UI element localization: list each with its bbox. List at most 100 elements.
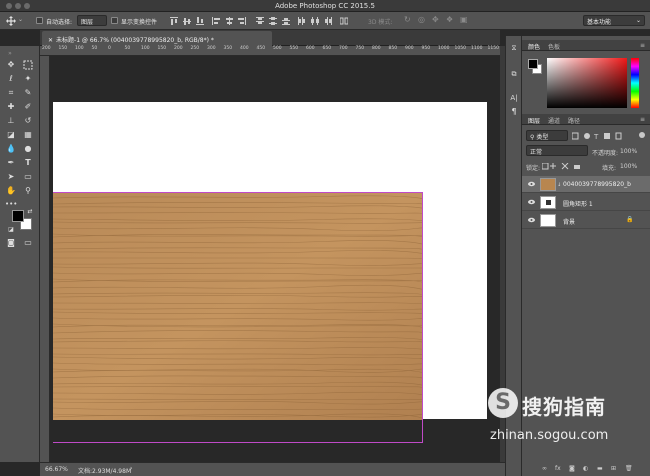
swap-colors-icon[interactable]: ⇄ [24, 206, 36, 218]
layer-name[interactable]: 0040039778995820_b [563, 181, 631, 188]
filter-toggle-icon[interactable] [639, 132, 645, 138]
quick-mask-icon[interactable]: ◙ [5, 237, 17, 249]
folder-icon[interactable]: ▬ [597, 465, 603, 472]
tab-layers[interactable]: 图层 [528, 116, 540, 125]
zoom-tool-icon[interactable]: ⚲ [22, 185, 34, 197]
hand-tool-icon[interactable]: ✋ [5, 185, 17, 197]
fill-value[interactable]: 100% [620, 163, 637, 170]
color-foreground-swatch[interactable] [528, 59, 538, 69]
align-horizontal-center-icon[interactable] [225, 17, 233, 25]
history-panel-icon[interactable]: ⧖ [508, 42, 520, 54]
blur-tool-icon[interactable]: 💧 [5, 143, 17, 155]
hue-slider[interactable] [631, 58, 639, 108]
align-right-icon[interactable] [238, 17, 246, 25]
lock-icons[interactable] [542, 163, 588, 170]
3d-slide-icon[interactable]: ❖ [446, 15, 453, 24]
trash-icon[interactable]: 🗑 [625, 465, 633, 472]
layer-filter-dropdown[interactable]: ⚲ 类型 [526, 130, 568, 141]
auto-select-checkbox[interactable] [36, 17, 43, 24]
document-size[interactable]: 文档:2.93M/4.98M [78, 466, 131, 475]
link-icon[interactable]: ∞ [542, 465, 548, 472]
tab-swatches[interactable]: 色板 [548, 42, 560, 51]
layer-filter-icons[interactable]: T [572, 132, 632, 140]
distribute-horizontal-center-icon[interactable] [311, 17, 319, 25]
layer-name[interactable]: 圆角矩形 1 [563, 199, 593, 208]
adjustment-icon[interactable]: ◐ [583, 465, 589, 472]
3d-roll-icon[interactable]: ◎ [418, 15, 425, 24]
layer-row[interactable]: ↓ 0040039778995820_b [522, 176, 650, 193]
properties-panel-icon[interactable]: ⧉ [508, 68, 520, 80]
shape-tool-icon[interactable]: ▭ [22, 171, 34, 183]
mask-icon[interactable]: ◙ [569, 465, 575, 472]
default-colors-icon[interactable]: ◪ [5, 224, 17, 236]
clone-stamp-tool-icon[interactable]: ⊥ [5, 115, 17, 127]
wood-texture-layer-image[interactable] [53, 192, 423, 420]
align-left-icon[interactable] [212, 17, 220, 25]
brush-tool-icon[interactable]: ✐ [22, 101, 34, 113]
pen-tool-icon[interactable]: ✒ [5, 157, 17, 169]
gradient-tool-icon[interactable]: ▦ [22, 129, 34, 141]
show-transform-checkbox[interactable] [111, 17, 118, 24]
document-tab[interactable]: ✕ 未标题-1 @ 66.7% (0040039778995820_b, RGB/… [42, 31, 272, 46]
eraser-tool-icon[interactable]: ◪ [5, 129, 17, 141]
move-tool-icon[interactable] [6, 16, 16, 26]
character-panel-icon[interactable]: A| [508, 92, 520, 104]
marquee-tool-icon[interactable] [22, 59, 34, 71]
fx-icon[interactable]: fx [555, 465, 561, 472]
zoom-level[interactable]: 66.67% [45, 466, 68, 473]
auto-select-dropdown[interactable]: 图层 [77, 15, 107, 26]
auto-align-icon[interactable] [340, 17, 348, 25]
path-selection-tool-icon[interactable]: ➤ [5, 171, 17, 183]
visibility-eye-icon[interactable] [528, 181, 535, 187]
new-layer-icon[interactable]: ⊞ [611, 465, 617, 472]
blend-mode-dropdown[interactable]: 正常 [526, 145, 588, 156]
lasso-tool-icon[interactable]: ℓ [5, 73, 17, 85]
color-picker-field[interactable] [547, 58, 627, 108]
close-tab-icon[interactable]: ✕ [48, 37, 53, 44]
align-bottom-icon[interactable] [196, 17, 204, 25]
panel-menu-icon[interactable]: ≡ [640, 116, 645, 123]
tab-paths[interactable]: 路径 [568, 116, 580, 125]
distribute-bottom-icon[interactable] [282, 17, 290, 25]
tab-channels[interactable]: 通道 [548, 116, 560, 125]
tab-color[interactable]: 颜色 [528, 42, 540, 51]
distribute-left-icon[interactable] [298, 17, 306, 25]
magic-wand-tool-icon[interactable]: ✦ [22, 73, 34, 85]
workspace-dropdown[interactable]: 基本功能 ⌄ [583, 15, 645, 26]
more-tools-icon[interactable]: ••• [5, 198, 17, 210]
3d-scale-icon[interactable]: ▣ [460, 15, 468, 24]
maximize-window-button[interactable] [24, 3, 30, 9]
distribute-top-icon[interactable] [256, 17, 264, 25]
horizontal-ruler[interactable]: 200 150 100 50 0 50 100 150 200 250 300 350 400 450 50… [40, 46, 500, 56]
distribute-vertical-center-icon[interactable] [269, 17, 277, 25]
opacity-value[interactable]: 100% [620, 148, 637, 155]
layer-row[interactable]: 圆角矩形 1 [522, 194, 650, 211]
visibility-eye-icon[interactable] [528, 217, 535, 223]
foreground-color-swatch[interactable] [12, 210, 24, 222]
align-top-icon[interactable] [170, 17, 178, 25]
3d-rotate-icon[interactable]: ↻ [404, 15, 411, 24]
type-tool-icon[interactable]: T [22, 157, 34, 169]
screen-mode-icon[interactable]: ▭ [22, 237, 34, 249]
crop-tool-icon[interactable]: ⌗ [5, 87, 17, 99]
3d-pan-icon[interactable]: ✥ [432, 15, 439, 24]
eyedropper-tool-icon[interactable]: ✎ [22, 87, 34, 99]
distribute-right-icon[interactable] [324, 17, 332, 25]
tool-preset-dropdown-arrow[interactable]: ⌄ [18, 16, 23, 23]
ruler-tick-label: 800 [372, 46, 381, 51]
healing-brush-tool-icon[interactable]: ✚ [5, 101, 17, 113]
vertical-ruler[interactable] [40, 56, 50, 462]
panel-menu-icon[interactable]: ≡ [640, 42, 645, 49]
align-vertical-center-icon[interactable] [183, 17, 191, 25]
close-window-button[interactable] [6, 3, 12, 9]
layer-row[interactable]: 背景 🔒 [522, 212, 650, 229]
history-brush-tool-icon[interactable]: ↺ [22, 115, 34, 127]
move-tool-icon[interactable]: ✥ [5, 59, 17, 71]
layer-name[interactable]: 背景 [563, 217, 575, 226]
canvas-area[interactable] [50, 56, 500, 462]
dodge-tool-icon[interactable]: ● [22, 143, 34, 155]
paragraph-panel-icon[interactable]: ¶ [508, 106, 520, 118]
status-menu-arrow-icon[interactable]: › [130, 465, 132, 472]
minimize-window-button[interactable] [15, 3, 21, 9]
visibility-eye-icon[interactable] [528, 199, 535, 205]
